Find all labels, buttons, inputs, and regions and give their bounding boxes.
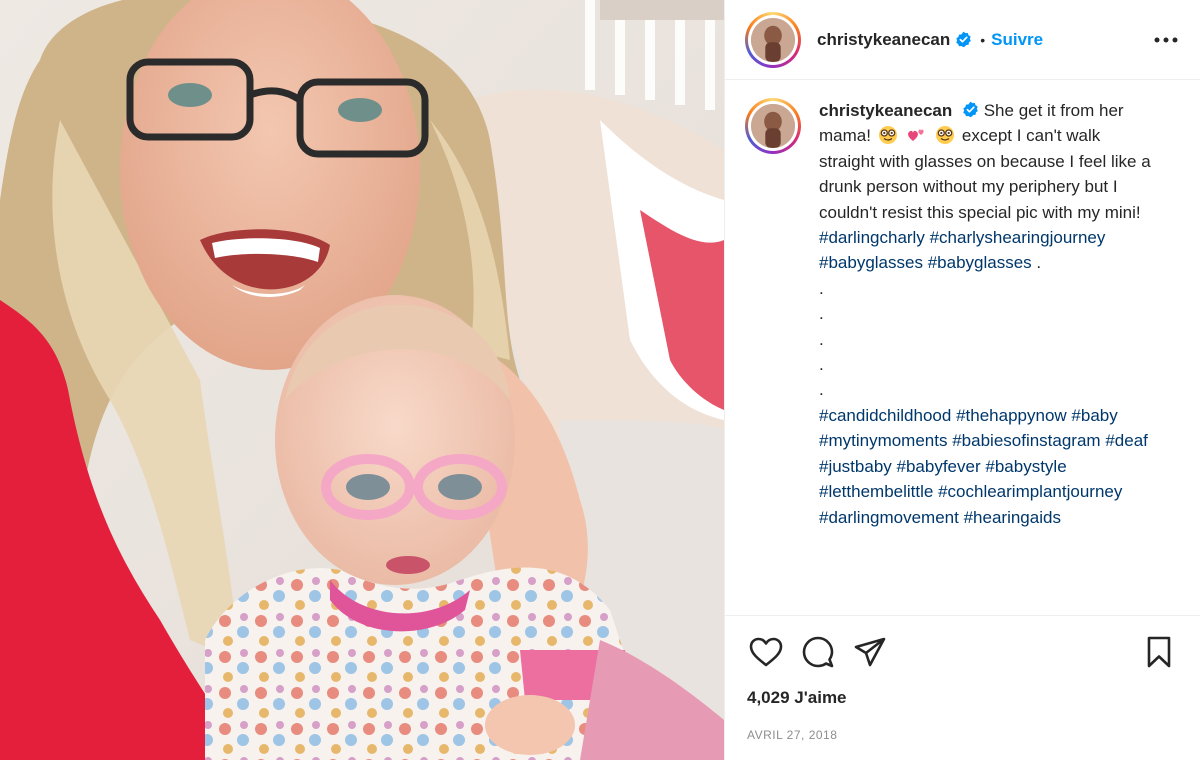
post-photo[interactable] xyxy=(0,0,724,760)
post-date: AVRIL 27, 2018 xyxy=(747,728,838,742)
hashtag[interactable]: #mytinymoments xyxy=(819,431,947,450)
action-bar xyxy=(725,616,1200,688)
comment-icon[interactable] xyxy=(799,633,837,671)
caption-row: christykeanecan She get it from her mama… xyxy=(745,98,1180,530)
hashtag[interactable]: #hearingaids xyxy=(964,508,1061,527)
hashtag[interactable]: #babyglasses xyxy=(928,253,1032,272)
avatar[interactable] xyxy=(745,11,801,68)
caption-dot: . xyxy=(819,380,824,400)
caption-dot: . xyxy=(819,304,824,324)
hashtag[interactable]: #darlingcharly xyxy=(819,228,925,247)
verified-badge-icon xyxy=(956,31,972,48)
hashtag-suffix: . xyxy=(1036,253,1042,273)
hashtag[interactable]: #babiesofinstagram xyxy=(952,431,1100,450)
follow-button[interactable]: Suivre xyxy=(991,30,1043,50)
heart-icon[interactable] xyxy=(747,633,785,671)
caption-dot: . xyxy=(819,278,824,298)
hashtag-group-2: #candidchildhood #thehappynow #baby #myt… xyxy=(819,403,1159,530)
hashtag[interactable]: #baby xyxy=(1071,406,1117,425)
more-options-icon[interactable] xyxy=(1152,26,1180,54)
username-link[interactable]: christykeanecan xyxy=(817,30,950,50)
separator-dot: • xyxy=(980,31,986,48)
nerd-face-emoji-icon-2 xyxy=(936,126,955,145)
caption-username[interactable]: christykeanecan xyxy=(819,101,952,120)
bookmark-icon[interactable] xyxy=(1140,633,1178,671)
likes-count[interactable]: 4,029 J'aime xyxy=(725,688,1200,714)
post-side-panel: christykeanecan • Suivre christykeanecan… xyxy=(724,0,1200,760)
hashtag[interactable]: #darlingmovement xyxy=(819,508,959,527)
nerd-face-emoji-icon xyxy=(878,126,897,145)
hashtag[interactable]: #justbaby xyxy=(819,457,892,476)
hashtag[interactable]: #cochlearimplantjourney xyxy=(938,482,1122,501)
hashtag[interactable]: #letthembelittle xyxy=(819,482,933,501)
hashtag[interactable]: #deaf xyxy=(1105,431,1148,450)
caption-dot: . xyxy=(819,329,824,349)
post-header: christykeanecan • Suivre xyxy=(725,0,1200,80)
hashtag[interactable]: #thehappynow xyxy=(956,406,1067,425)
comments-section[interactable]: christykeanecan She get it from her mama… xyxy=(725,80,1200,616)
caption-dot: . xyxy=(819,355,824,375)
hashtag[interactable]: #candidchildhood xyxy=(819,406,951,425)
instagram-post: christykeanecan • Suivre christykeanecan… xyxy=(0,0,1200,760)
share-icon[interactable] xyxy=(851,633,889,671)
photo-illustration xyxy=(0,0,724,760)
hashtag[interactable]: #charlyshearingjourney xyxy=(930,228,1106,247)
caption-avatar[interactable] xyxy=(745,98,801,154)
hashtag[interactable]: #babyfever xyxy=(897,457,981,476)
two-hearts-emoji-icon xyxy=(908,129,925,142)
hashtag[interactable]: #babyglasses xyxy=(819,253,923,272)
verified-badge-icon xyxy=(963,101,978,118)
caption-text: christykeanecan She get it from her mama… xyxy=(819,98,1159,530)
hashtag[interactable]: #babystyle xyxy=(985,457,1066,476)
hashtag-group-1: #darlingcharly #charlyshearingjourney #b… xyxy=(819,225,1159,276)
